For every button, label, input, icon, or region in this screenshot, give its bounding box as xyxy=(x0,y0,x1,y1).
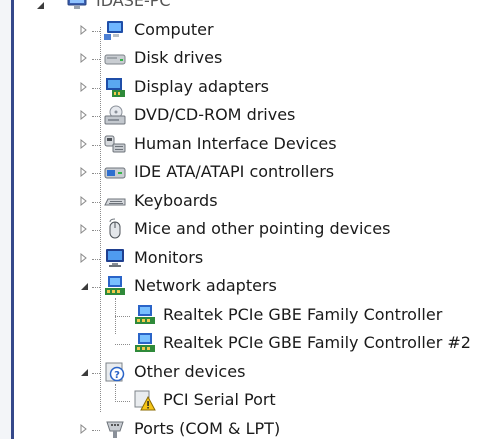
dvd-drive-icon xyxy=(104,104,126,126)
tree-item-label: Ports (COM & LPT) xyxy=(134,419,281,438)
tree-item-label: Mice and other pointing devices xyxy=(134,219,391,238)
unknown-device-icon: ? xyxy=(104,361,126,383)
tree-item-label: Display adapters xyxy=(134,77,270,96)
tree-item-computer[interactable]: Computer xyxy=(0,16,501,44)
tree-item-disk-drives[interactable]: Disk drives xyxy=(0,44,501,72)
expand-arrow-icon[interactable] xyxy=(78,158,90,186)
hid-icon xyxy=(104,133,126,155)
tree-item-display-adapters[interactable]: Display adapters xyxy=(0,73,501,101)
collapse-arrow-icon[interactable] xyxy=(78,358,90,386)
expand-arrow-icon[interactable] xyxy=(78,130,90,158)
tree-item-ide-ata-atapi-controllers[interactable]: IDE ATA/ATAPI controllers xyxy=(0,158,501,186)
tree-item-ports[interactable]: Ports (COM & LPT) xyxy=(0,415,501,439)
tree-item-dvd-cd-rom-drives[interactable]: DVD/CD-ROM drives xyxy=(0,101,501,129)
mouse-icon xyxy=(104,218,126,240)
expand-arrow-icon[interactable] xyxy=(78,244,90,272)
tree-item-label: Realtek PCIe GBE Family Controller xyxy=(163,305,443,324)
tree-item-label: Keyboards xyxy=(134,191,218,210)
expand-arrow-icon[interactable] xyxy=(78,415,90,439)
tree-item-label: Disk drives xyxy=(134,48,223,67)
tree-item-label: Other devices xyxy=(134,362,246,381)
expand-arrow-icon[interactable] xyxy=(78,187,90,215)
port-icon xyxy=(104,418,126,439)
tree-item-label: IDE ATA/ATAPI controllers xyxy=(134,162,335,181)
tree-root[interactable]: IDASE-PC xyxy=(36,0,236,15)
tree-item-network-adapters[interactable]: Network adapters xyxy=(0,272,501,300)
computer-icon xyxy=(66,0,88,12)
expand-arrow-icon[interactable] xyxy=(78,73,90,101)
tree-item-other-devices[interactable]: ? Other devices xyxy=(0,358,501,386)
ide-controller-icon xyxy=(104,161,126,183)
tree-item-human-interface-devices[interactable]: Human Interface Devices xyxy=(0,130,501,158)
tree-item-label: Monitors xyxy=(134,248,204,267)
tree-item-label: Human Interface Devices xyxy=(134,134,337,153)
tree-child-realtek-controller[interactable]: Realtek PCIe GBE Family Controller xyxy=(0,301,501,329)
collapse-root-icon[interactable] xyxy=(36,0,46,15)
expand-arrow-icon[interactable] xyxy=(78,44,90,72)
expand-arrow-icon[interactable] xyxy=(78,101,90,129)
tree-child-pci-serial-port[interactable]: PCI Serial Port xyxy=(0,386,501,414)
disk-drive-icon xyxy=(104,47,126,69)
tree-item-label: PCI Serial Port xyxy=(163,390,276,409)
network-adapter-icon xyxy=(134,304,156,326)
tree-item-monitors[interactable]: Monitors xyxy=(0,244,501,272)
tree-item-label: Realtek PCIe GBE Family Controller #2 xyxy=(163,333,471,352)
network-adapter-icon xyxy=(104,275,126,297)
device-manager-tree-view: IDASE-PC Computer Disk drives Display ad… xyxy=(0,0,501,439)
expand-arrow-icon[interactable] xyxy=(78,16,90,44)
expand-arrow-icon[interactable] xyxy=(78,215,90,243)
tree-item-mice-and-other-pointing-devices[interactable]: Mice and other pointing devices xyxy=(0,215,501,243)
computer-icon xyxy=(104,19,126,41)
network-adapter-icon xyxy=(134,332,156,354)
tree-child-realtek-controller-2[interactable]: Realtek PCIe GBE Family Controller #2 xyxy=(0,329,501,357)
tree-item-label: DVD/CD-ROM drives xyxy=(134,105,296,124)
tree-item-keyboards[interactable]: Keyboards xyxy=(0,187,501,215)
tree-item-label: Computer xyxy=(134,20,214,39)
keyboard-icon xyxy=(104,190,126,212)
monitor-icon xyxy=(104,247,126,269)
warning-device-icon xyxy=(134,389,156,411)
display-adapter-icon xyxy=(104,76,126,98)
tree-item-label: Network adapters xyxy=(134,276,277,295)
tree-root-label: IDASE-PC xyxy=(96,0,171,10)
collapse-arrow-icon[interactable] xyxy=(78,272,90,300)
svg-text:?: ? xyxy=(114,370,120,381)
